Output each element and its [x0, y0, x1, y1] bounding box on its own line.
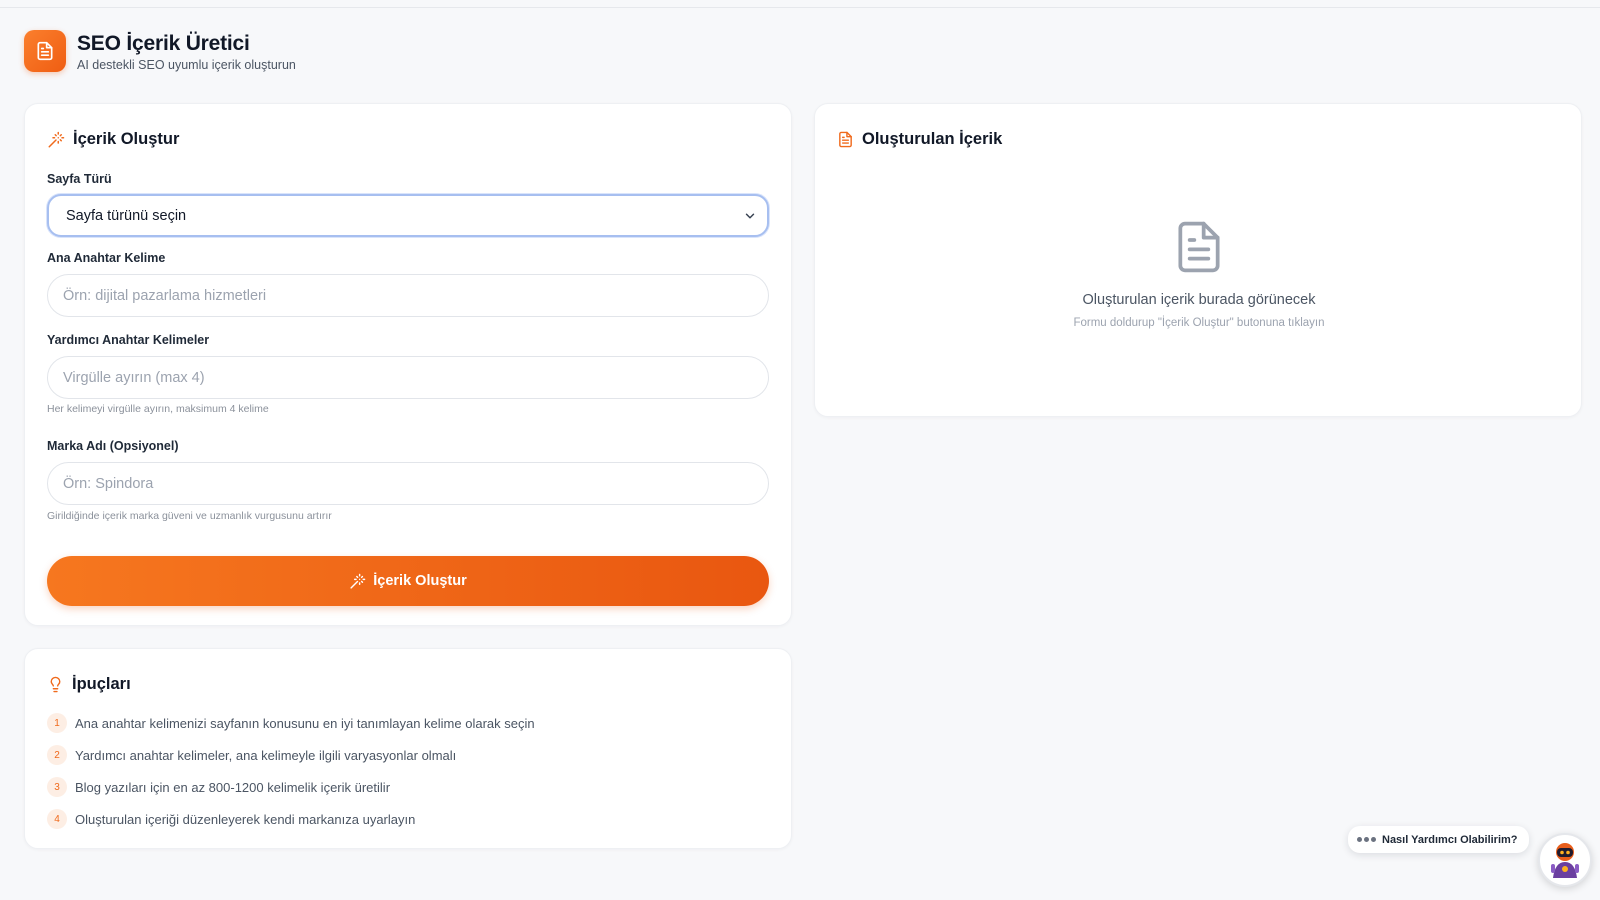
- page-subtitle: AI destekli SEO uyumlu içerik oluşturun: [77, 57, 296, 72]
- page-type-label: Sayfa Türü: [47, 172, 112, 186]
- content-form-card: İçerik Oluştur Sayfa Türü Sayfa türünü s…: [24, 103, 792, 626]
- generated-content-card: Oluşturulan İçerik Oluşturulan içerik bu…: [814, 103, 1582, 417]
- page-title: SEO İçerik Üretici: [77, 31, 250, 55]
- form-title: İçerik Oluştur: [73, 130, 180, 148]
- page-type-select[interactable]: Sayfa türünü seçin: [47, 194, 769, 237]
- tip-number: 1: [47, 713, 67, 733]
- generate-content-label: İçerik Oluştur: [373, 573, 467, 589]
- output-card-title: Oluşturulan İçerik: [837, 130, 1002, 149]
- document-icon: [37, 41, 53, 61]
- top-divider: [0, 7, 1600, 8]
- brand-input[interactable]: Örn: Spindora: [47, 462, 769, 505]
- secondary-keywords-input[interactable]: Virgülle ayırın (max 4): [47, 356, 769, 399]
- list-item: 3 Blog yazıları için en az 800-1200 keli…: [47, 771, 535, 803]
- tips-list: 1 Ana anahtar kelimenizi sayfanın konusu…: [47, 707, 535, 835]
- tip-text: Blog yazıları için en az 800-1200 kelime…: [75, 779, 391, 795]
- brand-hint: Girildiğinde içerik marka güveni ve uzma…: [47, 510, 332, 522]
- lightbulb-icon: [50, 676, 61, 693]
- tips-title: İpuçları: [72, 675, 131, 693]
- chat-assistant-avatar[interactable]: [1538, 833, 1592, 887]
- chevron-down-icon: [745, 213, 755, 218]
- typing-dots-icon: [1357, 837, 1378, 842]
- tip-text: Yardımcı anahtar kelimeler, ana kelimeyl…: [75, 747, 457, 763]
- magic-wand-icon: [350, 573, 366, 589]
- list-item: 1 Ana anahtar kelimenizi sayfanın konusu…: [47, 707, 535, 739]
- secondary-keywords-label: Yardımcı Anahtar Kelimeler: [47, 333, 210, 347]
- empty-state-title: Oluşturulan içerik burada görünecek: [1082, 292, 1316, 308]
- secondary-keywords-hint: Her kelimeyi virgülle ayırın, maksimum 4…: [47, 403, 269, 415]
- list-item: 4 Oluşturulan içeriği düzenleyerek kendi…: [47, 803, 535, 835]
- document-icon: [839, 131, 852, 148]
- app-logo: [24, 30, 66, 72]
- magic-wand-icon: [48, 131, 65, 147]
- tips-card: İpuçları 1 Ana anahtar kelimenizi sayfan…: [24, 648, 792, 849]
- tips-card-title: İpuçları: [47, 675, 131, 694]
- main-keyword-label: Ana Anahtar Kelime: [47, 251, 166, 265]
- tip-text: Oluşturulan içeriği düzenleyerek kendi m…: [75, 811, 416, 827]
- tip-number: 3: [47, 777, 67, 797]
- empty-document-icon: [1178, 221, 1220, 273]
- tip-text: Ana anahtar kelimenizi sayfanın konusunu…: [75, 715, 535, 731]
- form-card-title: İçerik Oluştur: [47, 130, 179, 149]
- tip-number: 2: [47, 745, 67, 765]
- help-chat-bubble[interactable]: Nasıl Yardımcı Olabilirim?: [1348, 826, 1529, 853]
- empty-state-subtitle: Formu doldurup "İçerik Oluştur" butonuna…: [1073, 317, 1325, 329]
- main-keyword-input[interactable]: Örn: dijital pazarlama hizmetleri: [47, 274, 769, 317]
- app-header: SEO İçerik Üretici AI destekli SEO uyuml…: [24, 30, 296, 72]
- robot-mascot-icon: [1551, 843, 1579, 878]
- generate-content-button[interactable]: İçerik Oluştur: [47, 556, 769, 606]
- list-item: 2 Yardımcı anahtar kelimeler, ana kelime…: [47, 739, 535, 771]
- brand-label: Marka Adı (Opsiyonel): [47, 439, 179, 453]
- page-type-value: Sayfa türünü seçin: [66, 207, 187, 224]
- output-title: Oluşturulan İçerik: [862, 130, 1003, 148]
- tip-number: 4: [47, 809, 67, 829]
- help-label: Nasıl Yardımcı Olabilirim?: [1382, 833, 1518, 846]
